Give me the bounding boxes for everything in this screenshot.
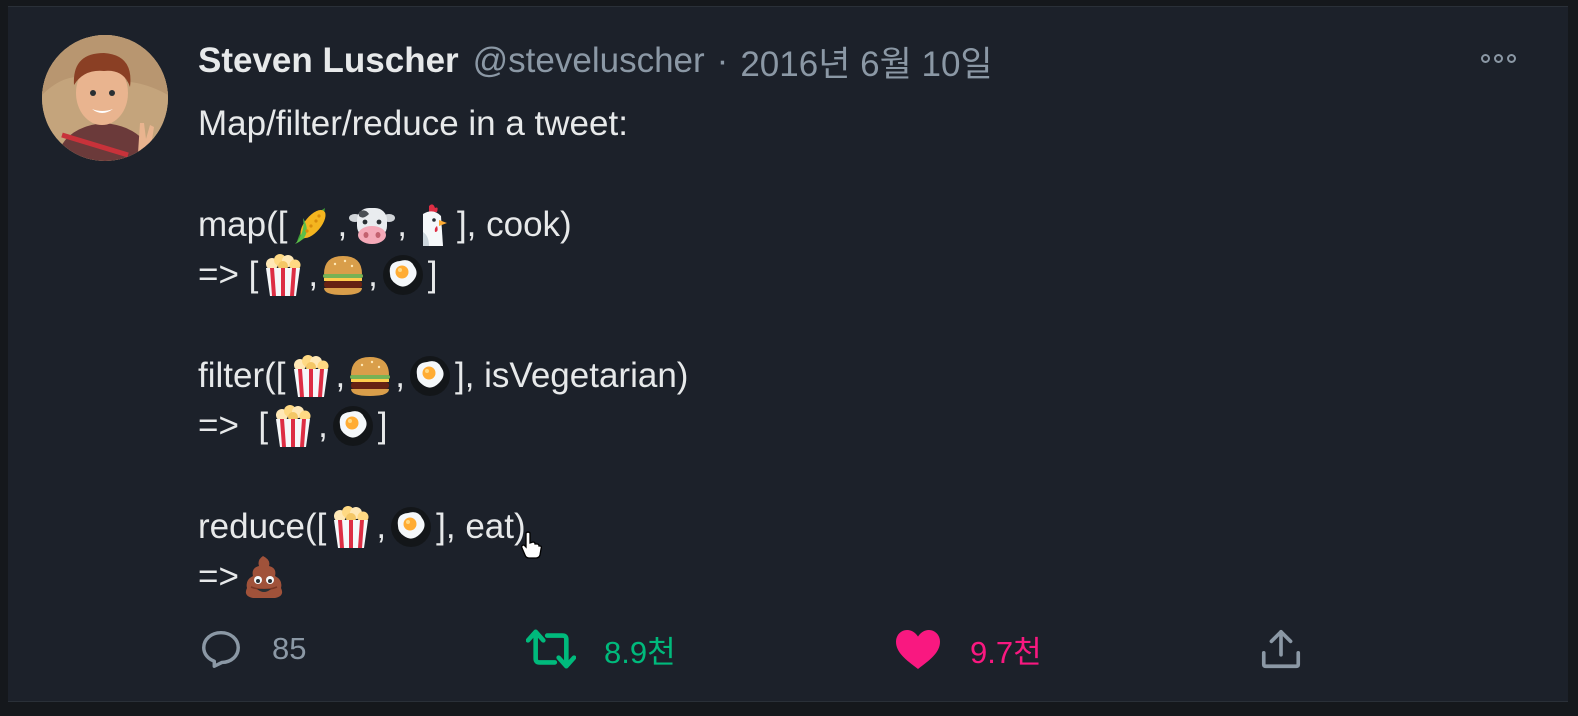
tweet-line-reduce-result: => (198, 552, 289, 602)
separator-dot: · (716, 41, 729, 80)
like-button[interactable]: 9.7천 (894, 619, 1042, 679)
action-bar: 85 8.9천 9.7천 (198, 619, 1398, 679)
tweet-header: Steven Luscher @steveluscher · 2016년 6월 … (198, 39, 993, 84)
retweet-icon (526, 629, 576, 669)
retweet-count: 8.9천 (604, 634, 676, 670)
reply-count: 85 (272, 631, 307, 666)
hamburger-emoji (320, 252, 366, 298)
tweet-text: , (335, 356, 346, 395)
mouse-pointer-icon (521, 531, 542, 559)
more-icon[interactable] (1468, 43, 1528, 73)
tweet-line-filter: filter([, , ], isVegetarian) (198, 351, 688, 401)
tweet-text: => [ (198, 406, 269, 445)
share-button[interactable] (1258, 619, 1304, 679)
tweet-text: reduce([ (198, 507, 327, 546)
corn-emoji (289, 202, 335, 248)
hamburger-emoji (347, 353, 393, 399)
poop-emoji (241, 554, 287, 600)
tweet-text: => (198, 557, 239, 596)
tweet-text: ] (427, 255, 438, 294)
tweet-line-map: map([, , ], cook) (198, 200, 572, 250)
share-icon (1261, 629, 1301, 669)
fried-egg-emoji (380, 252, 426, 298)
reply-button[interactable]: 85 (198, 619, 306, 679)
like-count: 9.7천 (970, 634, 1042, 670)
tweet-text: , (308, 255, 319, 294)
tweet-line-intro: Map/filter/reduce in a tweet: (198, 99, 628, 149)
popcorn-emoji (288, 353, 334, 399)
chicken-emoji (409, 202, 455, 248)
cow-emoji (349, 202, 395, 248)
popcorn-emoji (328, 504, 374, 550)
tweet-text: => [ (198, 255, 259, 294)
tweet-text: , (368, 255, 378, 294)
heart-icon (896, 630, 940, 669)
tweet-text: , (318, 406, 328, 445)
tweet-text: , (376, 507, 387, 546)
tweet-card[interactable]: Steven Luscher @steveluscher · 2016년 6월 … (8, 6, 1568, 702)
tweet-text: ], isVegetarian) (454, 356, 689, 395)
fried-egg-emoji (407, 353, 453, 399)
tweet-date[interactable]: 2016년 6월 10일 (740, 36, 992, 87)
tweet-text: , (395, 356, 405, 395)
tweet-text: map([ (198, 205, 288, 244)
author-handle[interactable]: @steveluscher (473, 41, 705, 81)
tweet-line-reduce: reduce([, ], eat) (198, 502, 526, 552)
tweet-text: ], eat) (436, 507, 526, 546)
tweet-text: , (397, 205, 407, 244)
tweet-line-filter-result: => [, ] (198, 401, 388, 451)
tweet-text: ], cook) (456, 205, 572, 244)
tweet-text: filter([ (198, 356, 286, 395)
fried-egg-emoji (388, 504, 434, 550)
tweet-text: ] (377, 406, 388, 445)
popcorn-emoji (270, 403, 316, 449)
popcorn-emoji (260, 252, 306, 298)
reply-icon (202, 630, 240, 668)
tweet-line-map-result: => [ , , ] (198, 250, 438, 300)
tweet-text: , (337, 205, 348, 244)
retweet-button[interactable]: 8.9천 (526, 619, 676, 679)
tweet-text: Map/filter/reduce in a tweet: (198, 104, 628, 143)
avatar[interactable] (42, 35, 168, 161)
author-name[interactable]: Steven Luscher (198, 41, 459, 81)
fried-egg-emoji (330, 403, 376, 449)
